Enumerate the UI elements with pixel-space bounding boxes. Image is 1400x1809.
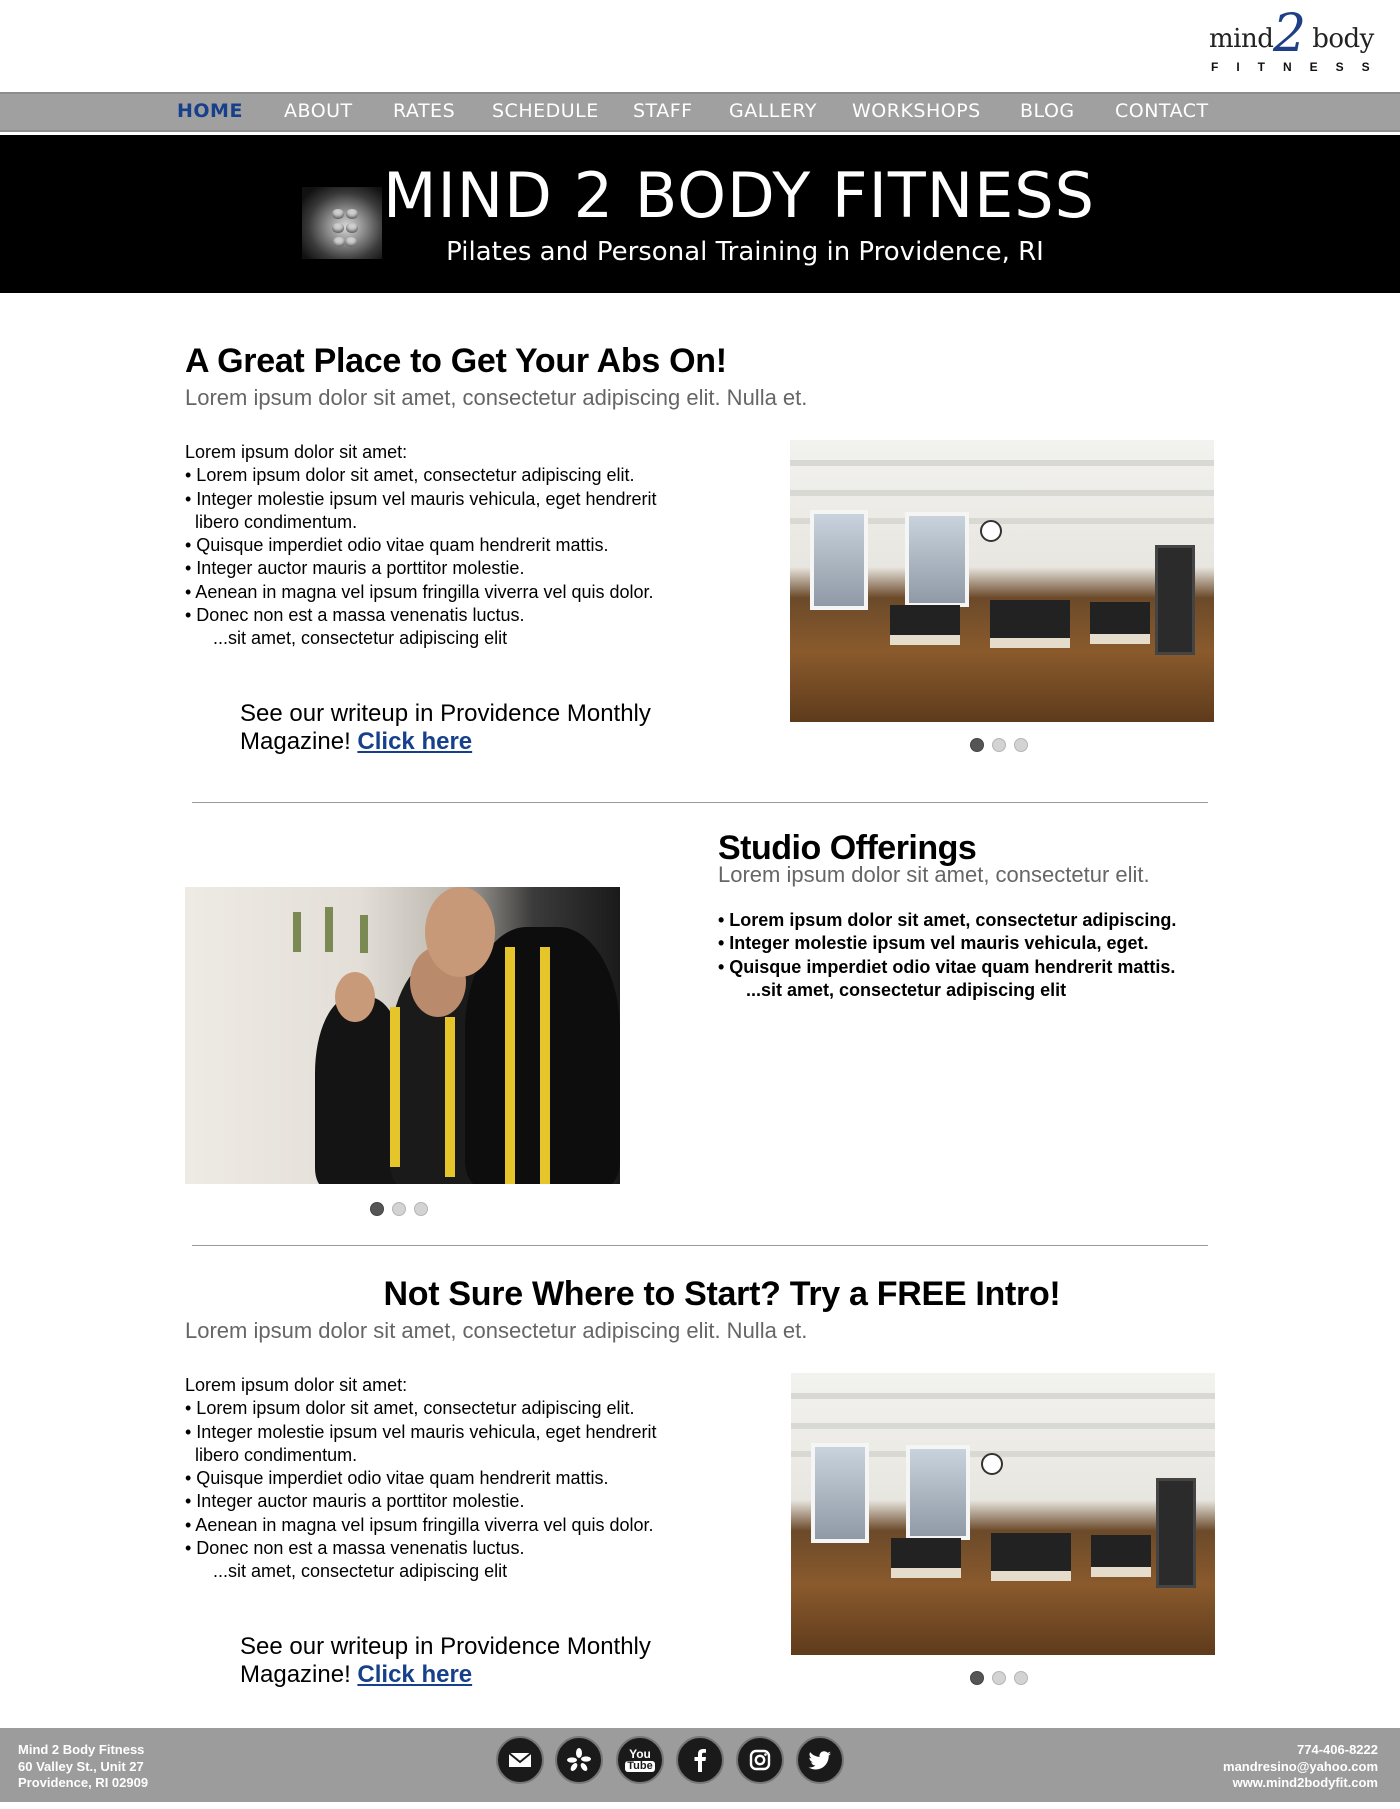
writeup-link[interactable]: Click here [357, 1661, 472, 1688]
studio-photo [791, 1373, 1215, 1655]
nav-blog[interactable]: BLOG [1020, 100, 1075, 122]
writeup-line: See our writeup in Providence Monthly [240, 700, 651, 727]
body-line: • Integer molestie ipsum vel mauris vehi… [185, 1421, 657, 1442]
body-line: • Integer molestie ipsum vel mauris vehi… [185, 488, 657, 509]
carousel-dot[interactable] [992, 1671, 1006, 1685]
carousel3-dots [970, 1671, 1028, 1685]
youtube-label-top: You [629, 1747, 651, 1761]
facebook-icon[interactable] [676, 1736, 724, 1784]
body-line: • Donec non est a massa venenatis luctus… [185, 605, 525, 626]
site-footer: Mind 2 Body Fitness 60 Valley St., Unit … [0, 1728, 1400, 1802]
writeup-line: See our writeup in Providence Monthly [240, 1633, 651, 1660]
section1-heading: A Great Place to Get Your Abs On! [185, 342, 727, 380]
footer-contact: 774-406-8222 mandresino@yahoo.com www.mi… [1223, 1742, 1378, 1792]
body-line: • Integer molestie ipsum vel mauris vehi… [718, 933, 1149, 954]
footer-street: 60 Valley St., Unit 27 [18, 1758, 144, 1774]
footer-address: Mind 2 Body Fitness 60 Valley St., Unit … [18, 1742, 148, 1792]
banner-title: MIND 2 BODY FITNESS [382, 159, 1096, 232]
nav-contact[interactable]: CONTACT [1115, 100, 1209, 122]
yelp-icon[interactable] [555, 1736, 603, 1784]
section-divider [192, 802, 1208, 803]
carousel-dot[interactable] [414, 1202, 428, 1216]
section2-body: • Lorem ipsum dolor sit amet, consectetu… [718, 909, 1176, 1002]
body-line: ...sit amet, consectetur adipiscing elit [213, 1561, 508, 1582]
email-icon[interactable] [496, 1736, 544, 1784]
body-line: • Lorem ipsum dolor sit amet, consectetu… [185, 465, 635, 486]
section-divider [192, 1245, 1208, 1246]
instagram-icon[interactable] [736, 1736, 784, 1784]
trx-training-photo [185, 887, 620, 1184]
carousel1-dots [970, 738, 1028, 752]
section1-body: Lorem ipsum dolor sit amet: • Lorem ipsu… [185, 441, 657, 651]
section1-writeup: See our writeup in Providence Monthly Ma… [240, 700, 651, 756]
site-logo[interactable]: mind body 2 FITNESS [1205, 8, 1388, 80]
nav-schedule[interactable]: SCHEDULE [492, 100, 599, 122]
carousel-dot[interactable] [1014, 738, 1028, 752]
studio-photo [790, 440, 1214, 722]
nav-home[interactable]: HOME [177, 100, 243, 122]
main-nav: HOME ABOUT RATES SCHEDULE STAFF GALLERY … [0, 92, 1400, 132]
body-line: Lorem ipsum dolor sit amet: [185, 1375, 408, 1395]
body-line: • Quisque imperdiet odio vitae quam hend… [185, 535, 609, 556]
twitter-icon[interactable] [796, 1736, 844, 1784]
section2-lead: Lorem ipsum dolor sit amet, consectetur … [718, 862, 1150, 887]
body-line: ...sit amet, consectetur adipiscing elit [746, 979, 1067, 1000]
carousel-dot[interactable] [970, 738, 984, 752]
carousel2-dots [370, 1202, 428, 1216]
body-line: • Donec non est a massa venenatis luctus… [185, 1538, 525, 1559]
nav-gallery[interactable]: GALLERY [729, 100, 817, 122]
writeup-line: Magazine! [240, 1661, 351, 1688]
section3-body: Lorem ipsum dolor sit amet: • Lorem ipsu… [185, 1374, 657, 1584]
body-line: Lorem ipsum dolor sit amet: [185, 442, 408, 462]
section3-writeup: See our writeup in Providence Monthly Ma… [240, 1633, 651, 1689]
body-line: • Integer auctor mauris a porttitor mole… [185, 558, 525, 579]
nav-about[interactable]: ABOUT [284, 100, 353, 122]
carousel-dot[interactable] [992, 738, 1006, 752]
body-line: ...sit amet, consectetur adipiscing elit [213, 628, 508, 649]
body-line: • Integer auctor mauris a porttitor mole… [185, 1491, 525, 1512]
section1-lead: Lorem ipsum dolor sit amet, consectetur … [185, 385, 808, 410]
writeup-line: Magazine! [240, 728, 351, 755]
footer-website[interactable]: www.mind2bodyfit.com [1223, 1775, 1378, 1792]
logo-subtext: FITNESS [1211, 60, 1388, 74]
nav-workshops[interactable]: WORKSHOPS [852, 100, 981, 122]
footer-email[interactable]: mandresino@yahoo.com [1223, 1759, 1378, 1776]
nav-staff[interactable]: STAFF [633, 100, 693, 122]
carousel-dot[interactable] [370, 1202, 384, 1216]
nav-rates[interactable]: RATES [393, 100, 455, 122]
body-line: libero condimentum. [195, 511, 358, 532]
footer-business-name: Mind 2 Body Fitness [18, 1742, 145, 1757]
section3-heading: Not Sure Where to Start? Try a FREE Intr… [383, 1275, 1061, 1313]
banner-subtitle: Pilates and Personal Training in Provide… [446, 237, 1044, 267]
hero-banner: MIND 2 BODY FITNESS Pilates and Personal… [0, 135, 1400, 293]
body-line: • Quisque imperdiet odio vitae quam hend… [185, 1468, 609, 1489]
youtube-icon[interactable]: You Tube [616, 1736, 664, 1784]
logo-numeral: 2 [1273, 4, 1307, 64]
body-line: • Aenean in magna vel ipsum fringilla vi… [185, 1514, 654, 1535]
body-line: • Lorem ipsum dolor sit amet, consectetu… [718, 910, 1177, 930]
section3-lead: Lorem ipsum dolor sit amet, consectetur … [185, 1318, 808, 1343]
body-line: libero condimentum. [195, 1444, 358, 1465]
writeup-link[interactable]: Click here [357, 728, 472, 755]
body-line: • Lorem ipsum dolor sit amet, consectetu… [185, 1398, 635, 1419]
body-line: • Aenean in magna vel ipsum fringilla vi… [185, 581, 654, 602]
carousel-dot[interactable] [970, 1671, 984, 1685]
footer-phone[interactable]: 774-406-8222 [1223, 1742, 1378, 1759]
carousel-dot[interactable] [392, 1202, 406, 1216]
carousel-dot[interactable] [1014, 1671, 1028, 1685]
body-line: • Quisque imperdiet odio vitae quam hend… [718, 956, 1176, 977]
footer-city: Providence, RI 02909 [18, 1775, 149, 1790]
youtube-label-bottom: Tube [625, 1760, 655, 1772]
